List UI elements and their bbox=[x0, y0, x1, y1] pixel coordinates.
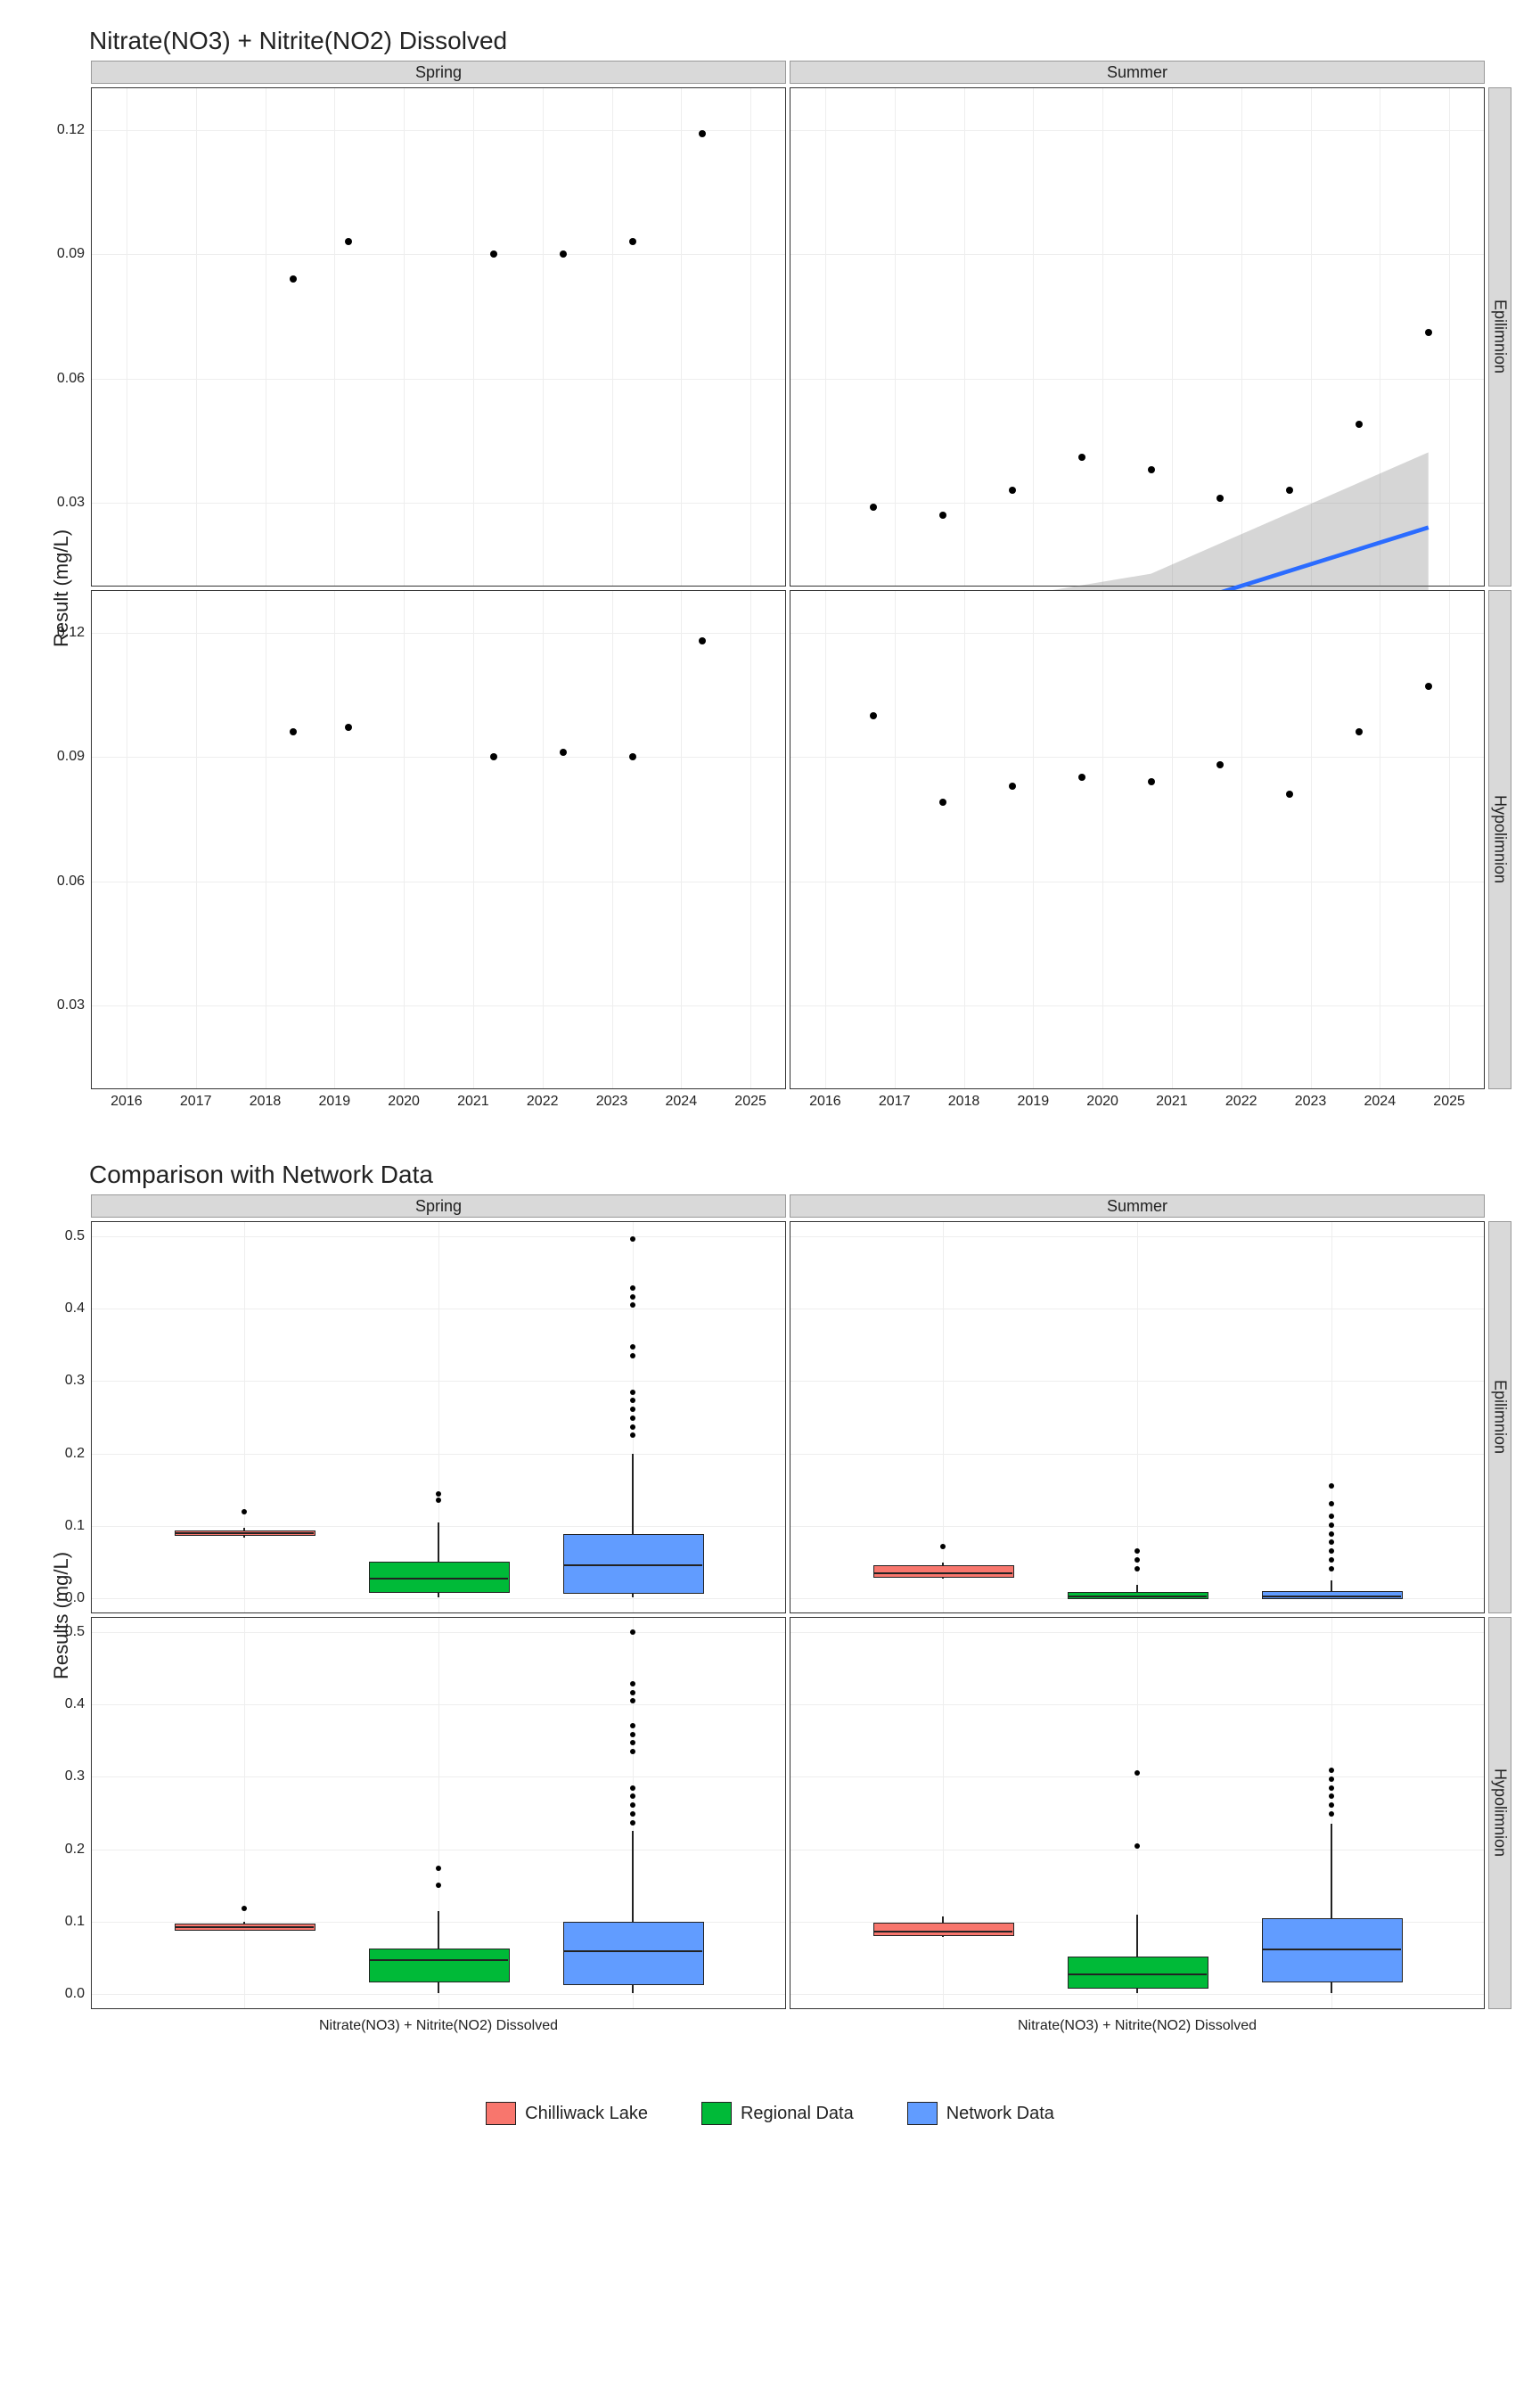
panel-spring-hypo-2: 0.00.10.20.30.40.5 bbox=[91, 1617, 786, 2009]
data-point bbox=[1425, 683, 1432, 690]
x-label-2: Nitrate(NO3) + Nitrite(NO2) Dissolved bbox=[790, 2013, 1485, 2048]
panel-summer-epi-2 bbox=[790, 1221, 1485, 1613]
panel-summer-hypo-2 bbox=[790, 1617, 1485, 2009]
x-label-1: Nitrate(NO3) + Nitrite(NO2) Dissolved bbox=[91, 2013, 786, 2048]
data-point bbox=[1216, 495, 1224, 502]
data-point bbox=[939, 799, 946, 806]
data-point bbox=[939, 512, 946, 519]
data-point bbox=[1148, 466, 1155, 473]
data-point bbox=[1286, 791, 1293, 798]
data-point bbox=[1148, 778, 1155, 785]
data-point bbox=[870, 712, 877, 719]
data-point bbox=[699, 637, 706, 644]
data-point bbox=[560, 749, 567, 756]
panel-summer-hypo: 2016201720182019202020212022202320242025 bbox=[790, 590, 1485, 1089]
data-point bbox=[1216, 761, 1224, 768]
data-point bbox=[560, 250, 567, 258]
legend-regional: Regional Data bbox=[701, 2102, 854, 2125]
panel-spring-epi: 0.030.060.090.12 bbox=[91, 87, 786, 587]
row-strip-hypo-2: Hypolimnion bbox=[1488, 1617, 1511, 2009]
data-point bbox=[1356, 421, 1363, 428]
legend-network: Network Data bbox=[907, 2102, 1054, 2125]
boxplot-box bbox=[1068, 1957, 1208, 1989]
row-strip-epi-2: Epilimnion bbox=[1488, 1221, 1511, 1613]
boxplot-box bbox=[369, 1949, 510, 1982]
row-strip-hypo: Hypolimnion bbox=[1488, 590, 1511, 1089]
y-axis-title-1: Result (mg/L) bbox=[36, 87, 87, 1089]
data-point bbox=[1078, 454, 1085, 461]
chart1-title: Nitrate(NO3) + Nitrite(NO2) Dissolved bbox=[36, 27, 1504, 55]
chart2-facets: Spring Summer Results (mg/L) 0.00.10.20.… bbox=[36, 1194, 1504, 2048]
col-strip-summer: Summer bbox=[790, 61, 1485, 84]
data-point bbox=[345, 724, 352, 731]
boxplot-box bbox=[873, 1923, 1014, 1936]
data-point bbox=[1425, 329, 1432, 336]
legend: Chilliwack Lake Regional Data Network Da… bbox=[36, 2102, 1504, 2125]
panel-summer-epi bbox=[790, 87, 1485, 587]
data-point bbox=[490, 250, 497, 258]
data-point bbox=[870, 504, 877, 511]
y-axis-title-2: Results (mg/L) bbox=[36, 1221, 87, 2009]
data-point bbox=[1356, 728, 1363, 735]
col-strip-spring: Spring bbox=[91, 61, 786, 84]
data-point bbox=[290, 728, 297, 735]
data-point bbox=[629, 753, 636, 760]
data-point bbox=[1009, 783, 1016, 790]
panel-spring-hypo: 0.030.060.090.12201620172018201920202021… bbox=[91, 590, 786, 1089]
data-point bbox=[1286, 487, 1293, 494]
data-point bbox=[490, 753, 497, 760]
col-strip-spring-2: Spring bbox=[91, 1194, 786, 1218]
boxplot-box bbox=[873, 1565, 1014, 1578]
row-strip-epi: Epilimnion bbox=[1488, 87, 1511, 587]
chart2-title: Comparison with Network Data bbox=[36, 1161, 1504, 1189]
data-point bbox=[1078, 774, 1085, 781]
panel-spring-epi-2: 0.00.10.20.30.40.5 bbox=[91, 1221, 786, 1613]
boxplot-box bbox=[563, 1922, 704, 1985]
chart1-facets: Spring Summer Result (mg/L) 0.030.060.09… bbox=[36, 61, 1504, 1116]
col-strip-summer-2: Summer bbox=[790, 1194, 1485, 1218]
legend-chilliwack: Chilliwack Lake bbox=[486, 2102, 648, 2125]
data-point bbox=[699, 130, 706, 137]
data-point bbox=[345, 238, 352, 245]
data-point bbox=[1009, 487, 1016, 494]
data-point bbox=[290, 275, 297, 283]
data-point bbox=[629, 238, 636, 245]
